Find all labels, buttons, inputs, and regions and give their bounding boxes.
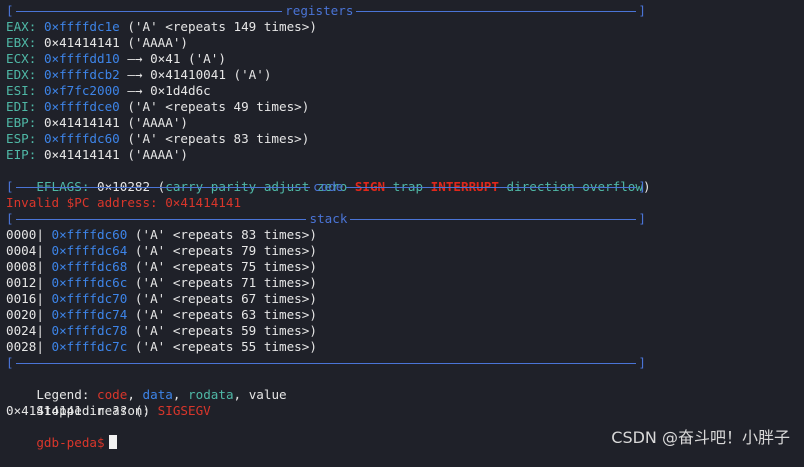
register-name: EAX: <box>6 19 37 34</box>
stack-address: 0×ffffdc60 <box>51 227 128 242</box>
stack-address: 0×ffffdc74 <box>51 307 128 322</box>
register-name: EIP: <box>6 147 37 162</box>
separator-registers: [registers] <box>6 3 646 18</box>
stack-row: 0028| 0×ffffdc7c ('A' <repeats 55 times>… <box>6 339 804 355</box>
register-detail: ('AAAA') <box>119 35 189 50</box>
frame-line: 0×41414141 in ?? () <box>6 403 151 418</box>
register-value: 0×ffffdd10 <box>43 51 120 66</box>
register-detail: ('A' <repeats 149 times>) <box>119 19 317 34</box>
register-line: ESI: 0×f7fc2000 —→ 0×1d4d6c <box>6 83 804 99</box>
stack-offset: 0004| <box>6 243 44 258</box>
legend-line: Legend: code, data, rodata, value <box>36 387 287 402</box>
stack-row: 0016| 0×ffffdc70 ('A' <repeats 67 times>… <box>6 291 804 307</box>
register-line: EAX: 0×ffffdc1e ('A' <repeats 149 times>… <box>6 19 804 35</box>
register-line: ESP: 0×ffffdc60 ('A' <repeats 83 times>) <box>6 131 804 147</box>
stack-offset: 0016| <box>6 291 44 306</box>
stack-detail: ('A' <repeats 63 times>) <box>127 307 317 322</box>
gdb-prompt: gdb-peda$ <box>36 435 105 450</box>
register-detail: ('A' <repeats 83 times>) <box>119 131 310 146</box>
register-name: ESI: <box>6 83 37 98</box>
register-line: EBP: 0×41414141 ('AAAA') <box>6 115 804 131</box>
stack-address: 0×ffffdc68 <box>51 259 128 274</box>
stack-address: 0×ffffdc6c <box>51 275 128 290</box>
stack-offset: 0024| <box>6 323 44 338</box>
section-title-registers: registers <box>285 3 354 18</box>
stack-detail: ('A' <repeats 79 times>) <box>127 243 317 258</box>
stopped-reason-line: Stopped reason: SIGSEGV <box>36 403 211 418</box>
stack-address: 0×ffffdc70 <box>51 291 128 306</box>
stack-row: 0024| 0×ffffdc78 ('A' <repeats 59 times>… <box>6 323 804 339</box>
register-value: 0×ffffdc60 <box>43 131 120 146</box>
register-line: EIP: 0×41414141 ('AAAA') <box>6 147 804 163</box>
code-message: Invalid $PC address: 0×41414141 <box>6 195 242 210</box>
register-value: 0×41414141 <box>43 35 120 50</box>
separator-stack: [stack] <box>6 211 646 226</box>
register-name: ESP: <box>6 131 37 146</box>
stack-detail: ('A' <repeats 71 times>) <box>127 275 317 290</box>
register-detail: ('A' <repeats 49 times>) <box>119 99 310 114</box>
stack-detail: ('A' <repeats 67 times>) <box>127 291 317 306</box>
stack-offset: 0000| <box>6 227 44 242</box>
eflags-line: EFLAGS: 0×10282 (carry parity adjust zer… <box>36 179 651 194</box>
register-value: 0×ffffdc1e <box>43 19 120 34</box>
register-detail: ('AAAA') <box>119 115 189 130</box>
register-value: 0×f7fc2000 <box>43 83 120 98</box>
stack-detail: ('A' <repeats 83 times>) <box>127 227 317 242</box>
register-name: EDI: <box>6 99 37 114</box>
stack-detail: ('A' <repeats 59 times>) <box>127 323 317 338</box>
stack-row: 0012| 0×ffffdc6c ('A' <repeats 71 times>… <box>6 275 804 291</box>
stack-row: 0004| 0×ffffdc64 ('A' <repeats 79 times>… <box>6 243 804 259</box>
register-name: EBX: <box>6 35 37 50</box>
separator-code: [code] <box>6 179 646 194</box>
csdn-watermark: CSDN @奋斗吧！小胖子 <box>611 428 790 447</box>
stack-offset: 0008| <box>6 259 44 274</box>
register-detail: ('AAAA') <box>119 147 189 162</box>
stack-row: 0020| 0×ffffdc74 ('A' <repeats 63 times>… <box>6 307 804 323</box>
stack-offset: 0020| <box>6 307 44 322</box>
register-value: 0×ffffdce0 <box>43 99 120 114</box>
stack-offset: 0012| <box>6 275 44 290</box>
register-line: ECX: 0×ffffdd10 —→ 0×41 ('A') <box>6 51 804 67</box>
stack-address: 0×ffffdc64 <box>51 243 128 258</box>
stack-detail: ('A' <repeats 55 times>) <box>127 339 317 354</box>
stack-detail: ('A' <repeats 75 times>) <box>127 259 317 274</box>
register-detail: —→ 0×1d4d6c <box>119 83 211 98</box>
register-line: EBX: 0×41414141 ('AAAA') <box>6 35 804 51</box>
register-line: EDI: 0×ffffdce0 ('A' <repeats 49 times>) <box>6 99 804 115</box>
stack-row: 0000| 0×ffffdc60 ('A' <repeats 83 times>… <box>6 227 804 243</box>
stack-address: 0×ffffdc78 <box>51 323 128 338</box>
register-name: EBP: <box>6 115 37 130</box>
section-title-stack: stack <box>309 211 348 226</box>
register-value: 0×41414141 <box>43 147 120 162</box>
separator-bottom: [] <box>6 355 646 370</box>
register-detail: —→ 0×41410041 ('A') <box>119 67 272 82</box>
register-name: ECX: <box>6 51 37 66</box>
register-value: 0×41414141 <box>43 115 120 130</box>
stack-offset: 0028| <box>6 339 44 354</box>
text-cursor[interactable] <box>108 435 117 449</box>
register-value: 0×ffffdcb2 <box>43 67 120 82</box>
terminal[interactable]: [registers] EAX: 0×ffffdc1e ('A' <repeat… <box>6 3 804 450</box>
stack-row: 0008| 0×ffffdc68 ('A' <repeats 75 times>… <box>6 259 804 275</box>
stack-address: 0×ffffdc7c <box>51 339 128 354</box>
register-detail: —→ 0×41 ('A') <box>119 51 226 66</box>
section-title-code: code <box>313 179 344 194</box>
register-line: EDX: 0×ffffdcb2 —→ 0×41410041 ('A') <box>6 67 804 83</box>
register-name: EDX: <box>6 67 37 82</box>
